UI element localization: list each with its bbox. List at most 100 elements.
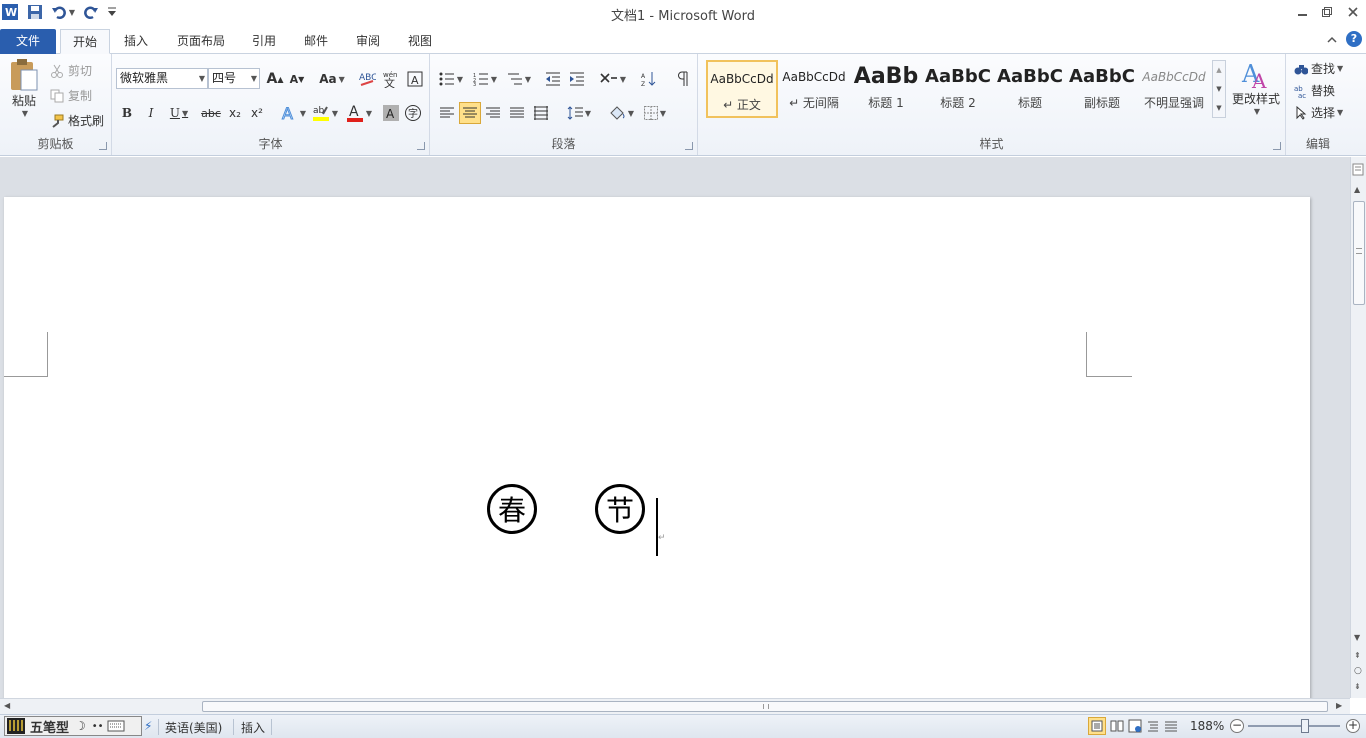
full-screen-reading-view-icon[interactable]: [1110, 719, 1124, 736]
style-title[interactable]: AaBbC 标题: [994, 60, 1066, 118]
italic-button[interactable]: I: [140, 102, 162, 124]
strikethrough-button[interactable]: abc: [198, 102, 224, 124]
tab-insert[interactable]: 插入: [112, 29, 160, 54]
phonetic-guide-button[interactable]: wén 文: [380, 68, 402, 90]
subscript-button[interactable]: x₂: [224, 102, 246, 124]
horizontal-scrollbar[interactable]: ◀ ▶: [0, 698, 1350, 714]
scroll-left-icon[interactable]: ◀: [4, 701, 10, 710]
cut-button[interactable]: 剪切: [50, 62, 92, 79]
change-case-button[interactable]: Aa ▼: [318, 68, 346, 90]
bold-button[interactable]: B: [116, 102, 138, 124]
underline-button[interactable]: U ▼: [164, 102, 194, 124]
font-name-combo[interactable]: 微软雅黑 ▼: [116, 68, 208, 89]
chevron-down-icon[interactable]: ▼: [1213, 80, 1225, 99]
restore-icon[interactable]: [1316, 4, 1338, 20]
ruler-toggle-icon[interactable]: [1352, 163, 1366, 177]
previous-page-icon[interactable]: ⇞: [1354, 651, 1361, 660]
multilevel-list-button[interactable]: ▼: [504, 68, 534, 90]
increase-indent-button[interactable]: [566, 68, 588, 90]
find-button[interactable]: 查找 ▼: [1294, 60, 1343, 77]
punctuation-icon[interactable]: ••: [92, 721, 104, 732]
vertical-scrollbar[interactable]: ▲ ▼ ⇞ ○ ⇟: [1350, 157, 1366, 698]
tab-file[interactable]: 文件: [0, 29, 56, 54]
font-launcher-icon[interactable]: [417, 142, 425, 150]
soft-keyboard-icon[interactable]: [107, 719, 125, 733]
numbering-button[interactable]: 1 2 3 ▼: [470, 68, 500, 90]
language-indicator[interactable]: 英语(美国): [165, 719, 222, 736]
horizontal-scroll-thumb[interactable]: [202, 701, 1328, 712]
justify-button[interactable]: [506, 102, 528, 124]
outline-view-icon[interactable]: [1146, 719, 1160, 736]
bullets-button[interactable]: ▼: [436, 68, 466, 90]
tab-mailings[interactable]: 邮件: [292, 29, 340, 54]
scroll-up-icon[interactable]: ▲: [1354, 185, 1360, 194]
scroll-right-icon[interactable]: ▶: [1336, 701, 1342, 710]
close-icon[interactable]: [1342, 4, 1364, 20]
character-border-button[interactable]: A: [404, 68, 426, 90]
font-size-combo[interactable]: 四号 ▼: [208, 68, 260, 89]
next-page-icon[interactable]: ⇟: [1354, 682, 1361, 691]
chevron-up-icon[interactable]: ▲: [1213, 61, 1225, 80]
decrease-indent-button[interactable]: [542, 68, 564, 90]
minimize-icon[interactable]: [1292, 4, 1314, 20]
more-styles-icon[interactable]: ▼: [1213, 99, 1225, 117]
align-right-button[interactable]: [482, 102, 504, 124]
paste-button[interactable]: 粘贴 ▼: [6, 58, 42, 128]
document-page[interactable]: 春 节 ↵: [4, 197, 1310, 698]
change-styles-button[interactable]: AA 更改样式 ▼: [1228, 58, 1284, 128]
ime-logo-icon[interactable]: [5, 717, 27, 735]
styles-launcher-icon[interactable]: [1273, 142, 1281, 150]
draft-view-icon[interactable]: [1164, 719, 1178, 736]
help-icon[interactable]: ?: [1346, 31, 1362, 47]
show-marks-button[interactable]: [672, 68, 694, 90]
borders-button[interactable]: ▼: [640, 102, 670, 124]
shrink-font-button[interactable]: A ▼: [286, 68, 308, 90]
browse-object-icon[interactable]: ○: [1354, 666, 1362, 676]
zoom-slider-thumb[interactable]: [1301, 719, 1309, 733]
ime-toolbar[interactable]: 五笔型 ☽ ••: [4, 716, 142, 736]
align-left-button[interactable]: [436, 102, 458, 124]
enclosed-character[interactable]: 节: [595, 484, 645, 534]
tab-page-layout[interactable]: 页面布局: [165, 29, 237, 54]
line-spacing-button[interactable]: ▼: [564, 102, 594, 124]
style-subtle-emphasis[interactable]: AaBbCcDd 不明显强调: [1138, 60, 1210, 118]
web-layout-view-icon[interactable]: [1128, 719, 1142, 736]
shading-button[interactable]: ▼: [606, 102, 636, 124]
grow-font-button[interactable]: A ▲: [264, 68, 286, 90]
format-painter-button[interactable]: 格式刷: [50, 112, 104, 129]
style-heading-2[interactable]: AaBbC 标题 2: [922, 60, 994, 118]
chinese-layout-button[interactable]: ▼: [598, 68, 628, 90]
minimize-ribbon-icon[interactable]: [1326, 34, 1338, 48]
enclosed-character[interactable]: 春: [487, 484, 537, 534]
zoom-level[interactable]: 188%: [1190, 719, 1224, 733]
zoom-in-icon[interactable]: +: [1346, 719, 1360, 733]
superscript-button[interactable]: x²: [246, 102, 268, 124]
character-shading-button[interactable]: A: [380, 102, 402, 124]
distributed-button[interactable]: [530, 102, 552, 124]
font-color-button[interactable]: A ▼: [344, 102, 374, 124]
tab-review[interactable]: 审阅: [344, 29, 392, 54]
scroll-down-icon[interactable]: ▼: [1354, 633, 1360, 642]
text-effects-button[interactable]: A ▼: [278, 102, 308, 124]
print-layout-view-icon[interactable]: [1088, 717, 1106, 735]
tab-view[interactable]: 视图: [396, 29, 444, 54]
insert-mode-indicator[interactable]: 插入: [241, 719, 265, 736]
zoom-out-icon[interactable]: −: [1230, 719, 1244, 733]
style-no-spacing[interactable]: AaBbCcDd ↵ 无间隔: [778, 60, 850, 118]
clipboard-launcher-icon[interactable]: [99, 142, 107, 150]
paragraph-launcher-icon[interactable]: [685, 142, 693, 150]
tab-references[interactable]: 引用: [240, 29, 288, 54]
vertical-scroll-thumb[interactable]: [1353, 201, 1365, 305]
enclose-characters-button[interactable]: 字: [402, 102, 424, 124]
tab-home[interactable]: 开始: [60, 29, 111, 54]
styles-gallery-scroll[interactable]: ▲ ▼ ▼: [1212, 60, 1226, 118]
highlight-button[interactable]: ab ▼: [310, 102, 340, 124]
proofing-icon[interactable]: ⚡: [144, 719, 152, 733]
style-normal[interactable]: AaBbCcDd ↵ 正文: [706, 60, 778, 118]
style-heading-1[interactable]: AaBb 标题 1: [850, 60, 922, 118]
select-button[interactable]: 选择 ▼: [1294, 104, 1343, 121]
document-area[interactable]: 春 节 ↵: [0, 157, 1350, 698]
style-subtitle[interactable]: AaBbC 副标题: [1066, 60, 1138, 118]
clear-formatting-button[interactable]: ABC: [356, 68, 378, 90]
align-center-button[interactable]: [459, 102, 481, 124]
